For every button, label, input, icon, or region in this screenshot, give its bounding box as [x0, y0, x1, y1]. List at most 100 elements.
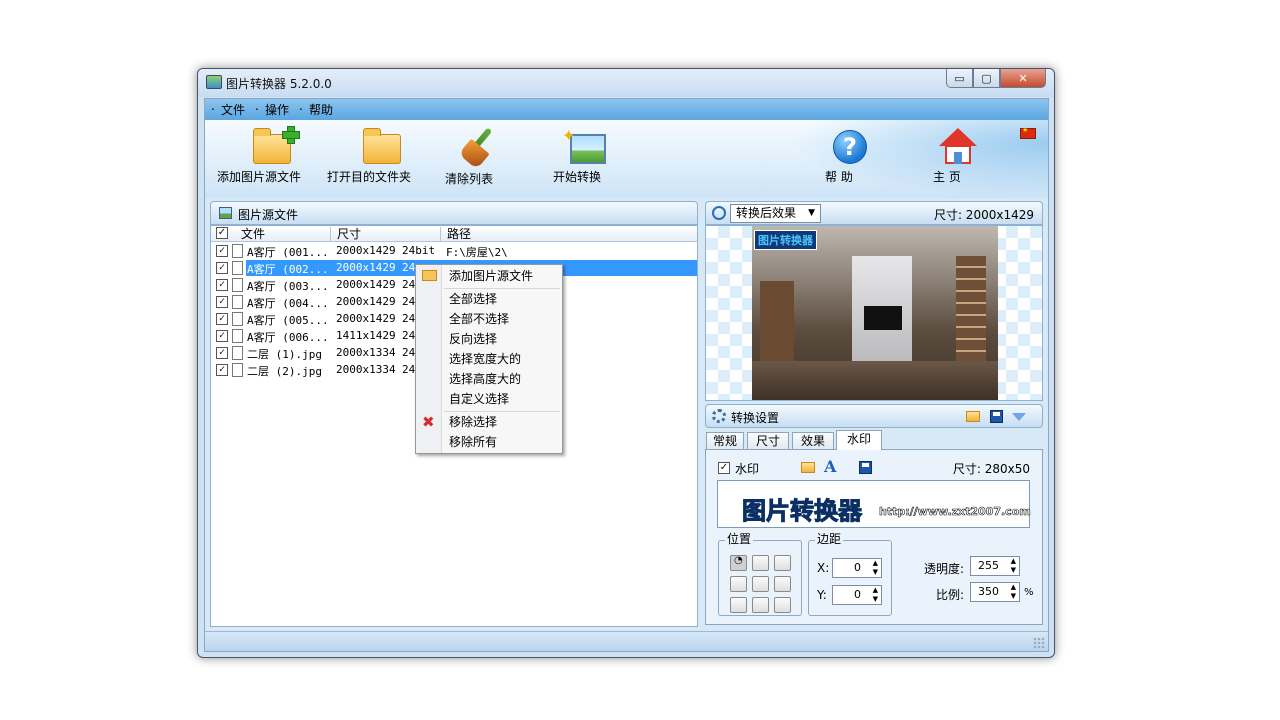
- row-checkbox[interactable]: ✓: [216, 296, 228, 308]
- china-flag-icon[interactable]: [1020, 126, 1036, 139]
- ctx-select-none[interactable]: 全部不选择: [449, 310, 509, 328]
- home-label: 主 页: [933, 170, 961, 184]
- ctx-add-files[interactable]: 添加图片源文件: [449, 267, 533, 285]
- menu-file[interactable]: 文件: [211, 99, 249, 118]
- position-top-center[interactable]: [752, 555, 769, 571]
- watermark-size: 尺寸: 280x50: [952, 462, 1030, 476]
- column-path[interactable]: 路径: [441, 227, 697, 241]
- row-checkbox[interactable]: ✓: [216, 279, 228, 291]
- watermark-text: 图片转换器: [742, 497, 863, 526]
- save-watermark-icon[interactable]: [859, 461, 872, 474]
- row-size: 2000x1334: [336, 363, 396, 376]
- position-center[interactable]: [752, 576, 769, 592]
- open-destination-label: 打开目的文件夹: [327, 170, 412, 184]
- open-destination-button[interactable]: 打开目的文件夹: [327, 128, 437, 184]
- settings-tabs: 常规 尺寸 效果 水印: [705, 430, 1043, 450]
- title-bar[interactable]: 图片转换器 5.2.0.0 ▭ ▢ ✕: [198, 69, 1054, 97]
- margin-x-label: X:: [817, 561, 830, 575]
- tab-size[interactable]: 尺寸: [747, 432, 789, 450]
- margin-group: 边距 X: 0 Y: 0: [808, 532, 892, 616]
- file-icon: [232, 329, 243, 343]
- source-files-title: 图片源文件: [238, 208, 299, 222]
- home-button[interactable]: 主 页: [933, 128, 983, 184]
- ctx-remove-selected[interactable]: 移除选择: [449, 413, 497, 431]
- column-file[interactable]: 文件: [233, 227, 331, 241]
- position-bottom-left[interactable]: [730, 597, 747, 613]
- client-area: 文件 操作 帮助 添加图片源文件 打开目的文件夹 清除列表 ✦ 开始转换 ?: [204, 98, 1049, 652]
- row-checkbox[interactable]: ✓: [216, 245, 228, 257]
- position-group: 位置: [718, 532, 802, 616]
- position-bottom-right[interactable]: [774, 597, 791, 613]
- preview-watermark: 图片转换器: [754, 230, 817, 250]
- margin-x-input[interactable]: 0: [832, 558, 882, 578]
- ctx-select-all[interactable]: 全部选择: [449, 290, 497, 308]
- tab-effect[interactable]: 效果: [792, 432, 834, 450]
- open-watermark-icon[interactable]: [801, 462, 815, 473]
- start-convert-button[interactable]: ✦ 开始转换: [553, 126, 623, 184]
- add-files-button[interactable]: 添加图片源文件: [217, 126, 327, 184]
- preview-size: 尺寸: 2000x1429: [933, 208, 1034, 222]
- gear-icon: [712, 409, 726, 423]
- open-settings-icon[interactable]: [966, 411, 980, 422]
- tab-watermark[interactable]: 水印: [836, 430, 882, 450]
- opacity-label: 透明度:: [924, 562, 965, 576]
- position-bottom-center[interactable]: [752, 597, 769, 613]
- menu-help[interactable]: 帮助: [299, 99, 337, 118]
- text-font-icon[interactable]: A: [824, 457, 836, 476]
- remove-icon: ✖: [422, 413, 435, 431]
- preview-mode-select[interactable]: 转换后效果: [730, 204, 821, 223]
- position-middle-right[interactable]: [774, 576, 791, 592]
- row-size: 2000x1429: [336, 278, 396, 291]
- column-size[interactable]: 尺寸: [331, 227, 441, 241]
- folder-icon: [363, 128, 401, 164]
- collapse-icon[interactable]: [1012, 413, 1026, 421]
- ctx-select-tall[interactable]: 选择高度大的: [449, 370, 521, 388]
- row-checkbox[interactable]: ✓: [216, 330, 228, 342]
- help-button[interactable]: ? 帮 助: [825, 128, 875, 184]
- close-button[interactable]: ✕: [1000, 69, 1046, 88]
- opacity-input[interactable]: 255: [970, 556, 1020, 576]
- row-bit: 24: [402, 261, 416, 274]
- select-all-checkbox[interactable]: ✓: [216, 227, 228, 239]
- row-size: 2000x1334: [336, 346, 396, 359]
- add-files-label: 添加图片源文件: [217, 170, 302, 184]
- position-top-left[interactable]: [730, 555, 747, 571]
- row-file-name: A客厅 (002...: [247, 263, 329, 276]
- ctx-remove-all[interactable]: 移除所有: [449, 433, 497, 451]
- row-bit: 24: [402, 329, 416, 342]
- maximize-button[interactable]: ▢: [973, 69, 1000, 88]
- file-icon: [232, 346, 243, 360]
- ctx-custom-select[interactable]: 自定义选择: [449, 390, 509, 408]
- row-checkbox[interactable]: ✓: [216, 313, 228, 325]
- row-size: 2000x1429: [336, 244, 396, 257]
- save-settings-icon[interactable]: [990, 410, 1003, 423]
- margin-y-input[interactable]: 0: [832, 585, 882, 605]
- clear-list-button[interactable]: 清除列表: [445, 127, 515, 186]
- row-size: 2000x1429: [336, 261, 396, 274]
- watermark-checkbox[interactable]: ✓: [718, 462, 730, 474]
- row-bit: 24: [402, 312, 416, 325]
- minimize-button[interactable]: ▭: [946, 69, 973, 88]
- row-file-name: A客厅 (001...: [247, 246, 329, 259]
- row-size: 2000x1429: [336, 312, 396, 325]
- row-bit: 24: [402, 295, 416, 308]
- position-top-right[interactable]: [774, 555, 791, 571]
- resize-grip-icon[interactable]: [1033, 637, 1045, 649]
- room-photo: 图片转换器: [752, 226, 998, 400]
- margin-y-label: Y:: [817, 588, 827, 602]
- ctx-invert-selection[interactable]: 反向选择: [449, 330, 497, 348]
- row-checkbox[interactable]: ✓: [216, 347, 228, 359]
- window-controls: ▭ ▢ ✕: [946, 69, 1046, 89]
- home-icon: [939, 128, 977, 164]
- row-checkbox[interactable]: ✓: [216, 364, 228, 376]
- row-checkbox[interactable]: ✓: [216, 262, 228, 274]
- row-file-name: 二层 (1).jpg: [247, 348, 322, 361]
- position-middle-left[interactable]: [730, 576, 747, 592]
- table-row[interactable]: ✓ A客厅 (001... 2000x1429 24bit F:\房屋\2\: [211, 243, 697, 260]
- scale-input[interactable]: 350: [970, 582, 1020, 602]
- menu-operation[interactable]: 操作: [255, 99, 293, 118]
- ctx-select-wide[interactable]: 选择宽度大的: [449, 350, 521, 368]
- status-bar: [205, 631, 1048, 651]
- watermark-url: http://www.zxt2007.com: [879, 505, 1031, 519]
- tab-general[interactable]: 常规: [706, 432, 744, 450]
